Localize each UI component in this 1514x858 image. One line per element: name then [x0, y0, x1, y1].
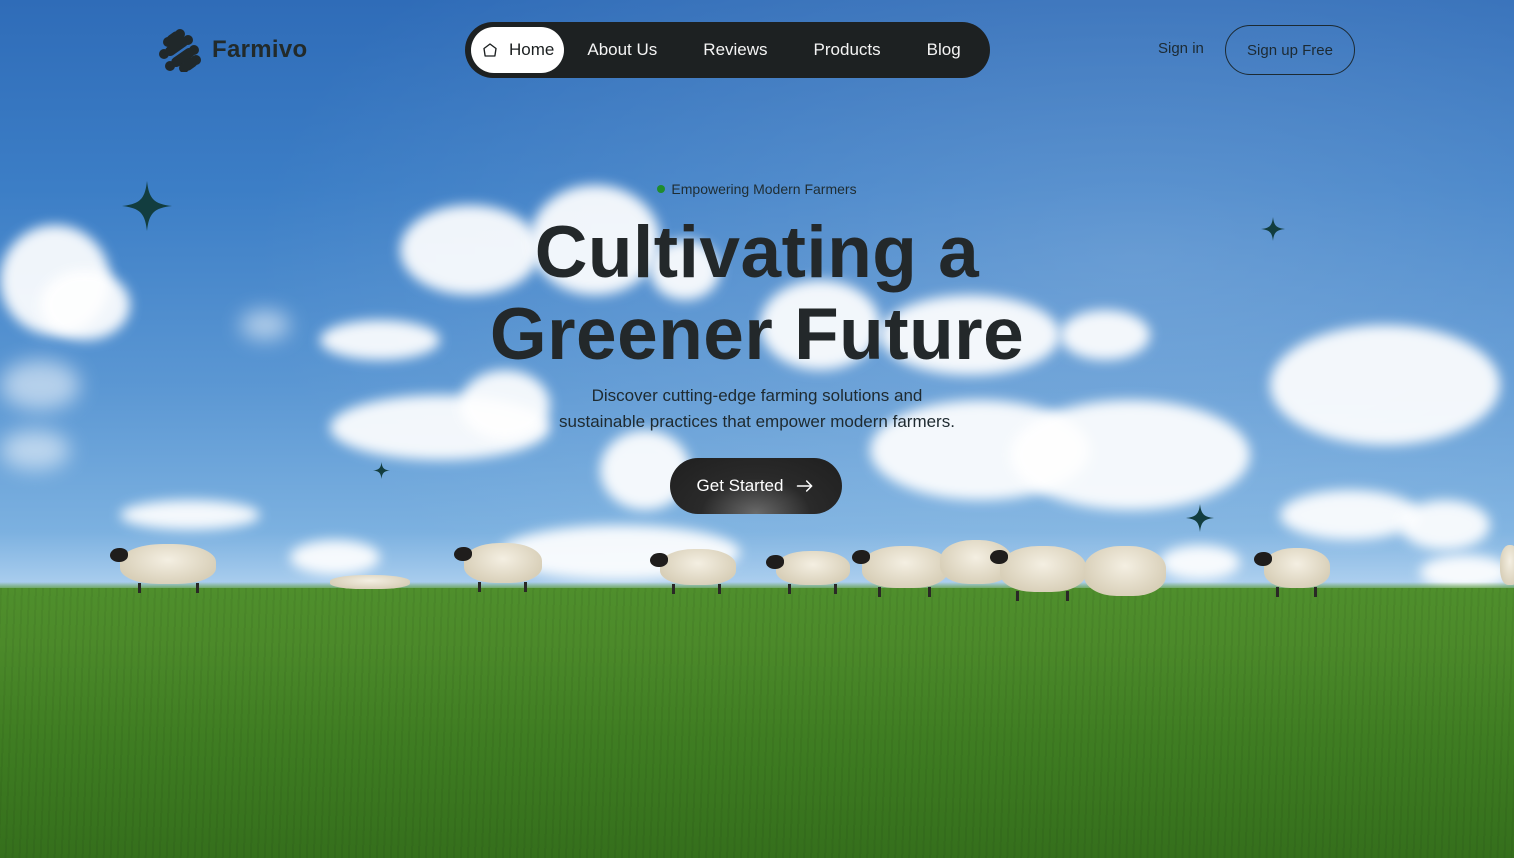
brand-name: Farmivo	[212, 36, 308, 63]
home-icon	[483, 43, 497, 57]
get-started-button[interactable]: Get Started	[670, 458, 842, 514]
subtitle-line-2: sustainable practices that empower moder…	[559, 412, 955, 431]
nav-item-products[interactable]: Products	[791, 27, 904, 73]
hero-tagline: Empowering Modern Farmers	[0, 181, 1514, 197]
nav-item-about-us[interactable]: About Us	[564, 27, 680, 73]
get-started-label: Get Started	[696, 476, 784, 495]
sparkle-icon	[1186, 504, 1214, 532]
headline-line-2: Greener Future	[489, 294, 1025, 375]
hero-headline: Cultivating a Greener Future	[0, 212, 1514, 376]
nav-item-blog[interactable]: Blog	[904, 27, 984, 73]
headline-line-1: Cultivating a	[534, 212, 980, 293]
subtitle-line-1: Discover cutting-edge farming solutions …	[591, 386, 923, 405]
logo-mark-icon	[159, 29, 201, 72]
hero-subtitle: Discover cutting-edge farming solutions …	[0, 383, 1514, 435]
brand-logo[interactable]: Farmivo	[158, 28, 307, 72]
nav-item-label: Home	[509, 40, 555, 59]
nav-item-label: Products	[813, 40, 881, 59]
nav-item-home[interactable]: Home	[471, 27, 565, 73]
hero-section: Farmivo Home About Us Reviews Products B…	[0, 0, 1514, 858]
nav-item-label: About Us	[587, 40, 658, 59]
tagline-text: Empowering Modern Farmers	[671, 181, 857, 197]
nav-item-label: Reviews	[703, 40, 768, 59]
sign-up-label: Sign up Free	[1247, 41, 1333, 59]
arrow-right-icon	[797, 480, 813, 492]
sign-in-link[interactable]: Sign in	[1158, 40, 1204, 57]
sparkle-icon	[373, 462, 390, 479]
status-dot	[657, 185, 666, 193]
sign-up-button[interactable]: Sign up Free	[1225, 25, 1355, 75]
nav-item-label: Blog	[926, 40, 961, 59]
grass-field	[0, 588, 1514, 858]
nav-item-reviews[interactable]: Reviews	[680, 27, 790, 73]
main-nav: Home About Us Reviews Products Blog	[465, 22, 990, 78]
